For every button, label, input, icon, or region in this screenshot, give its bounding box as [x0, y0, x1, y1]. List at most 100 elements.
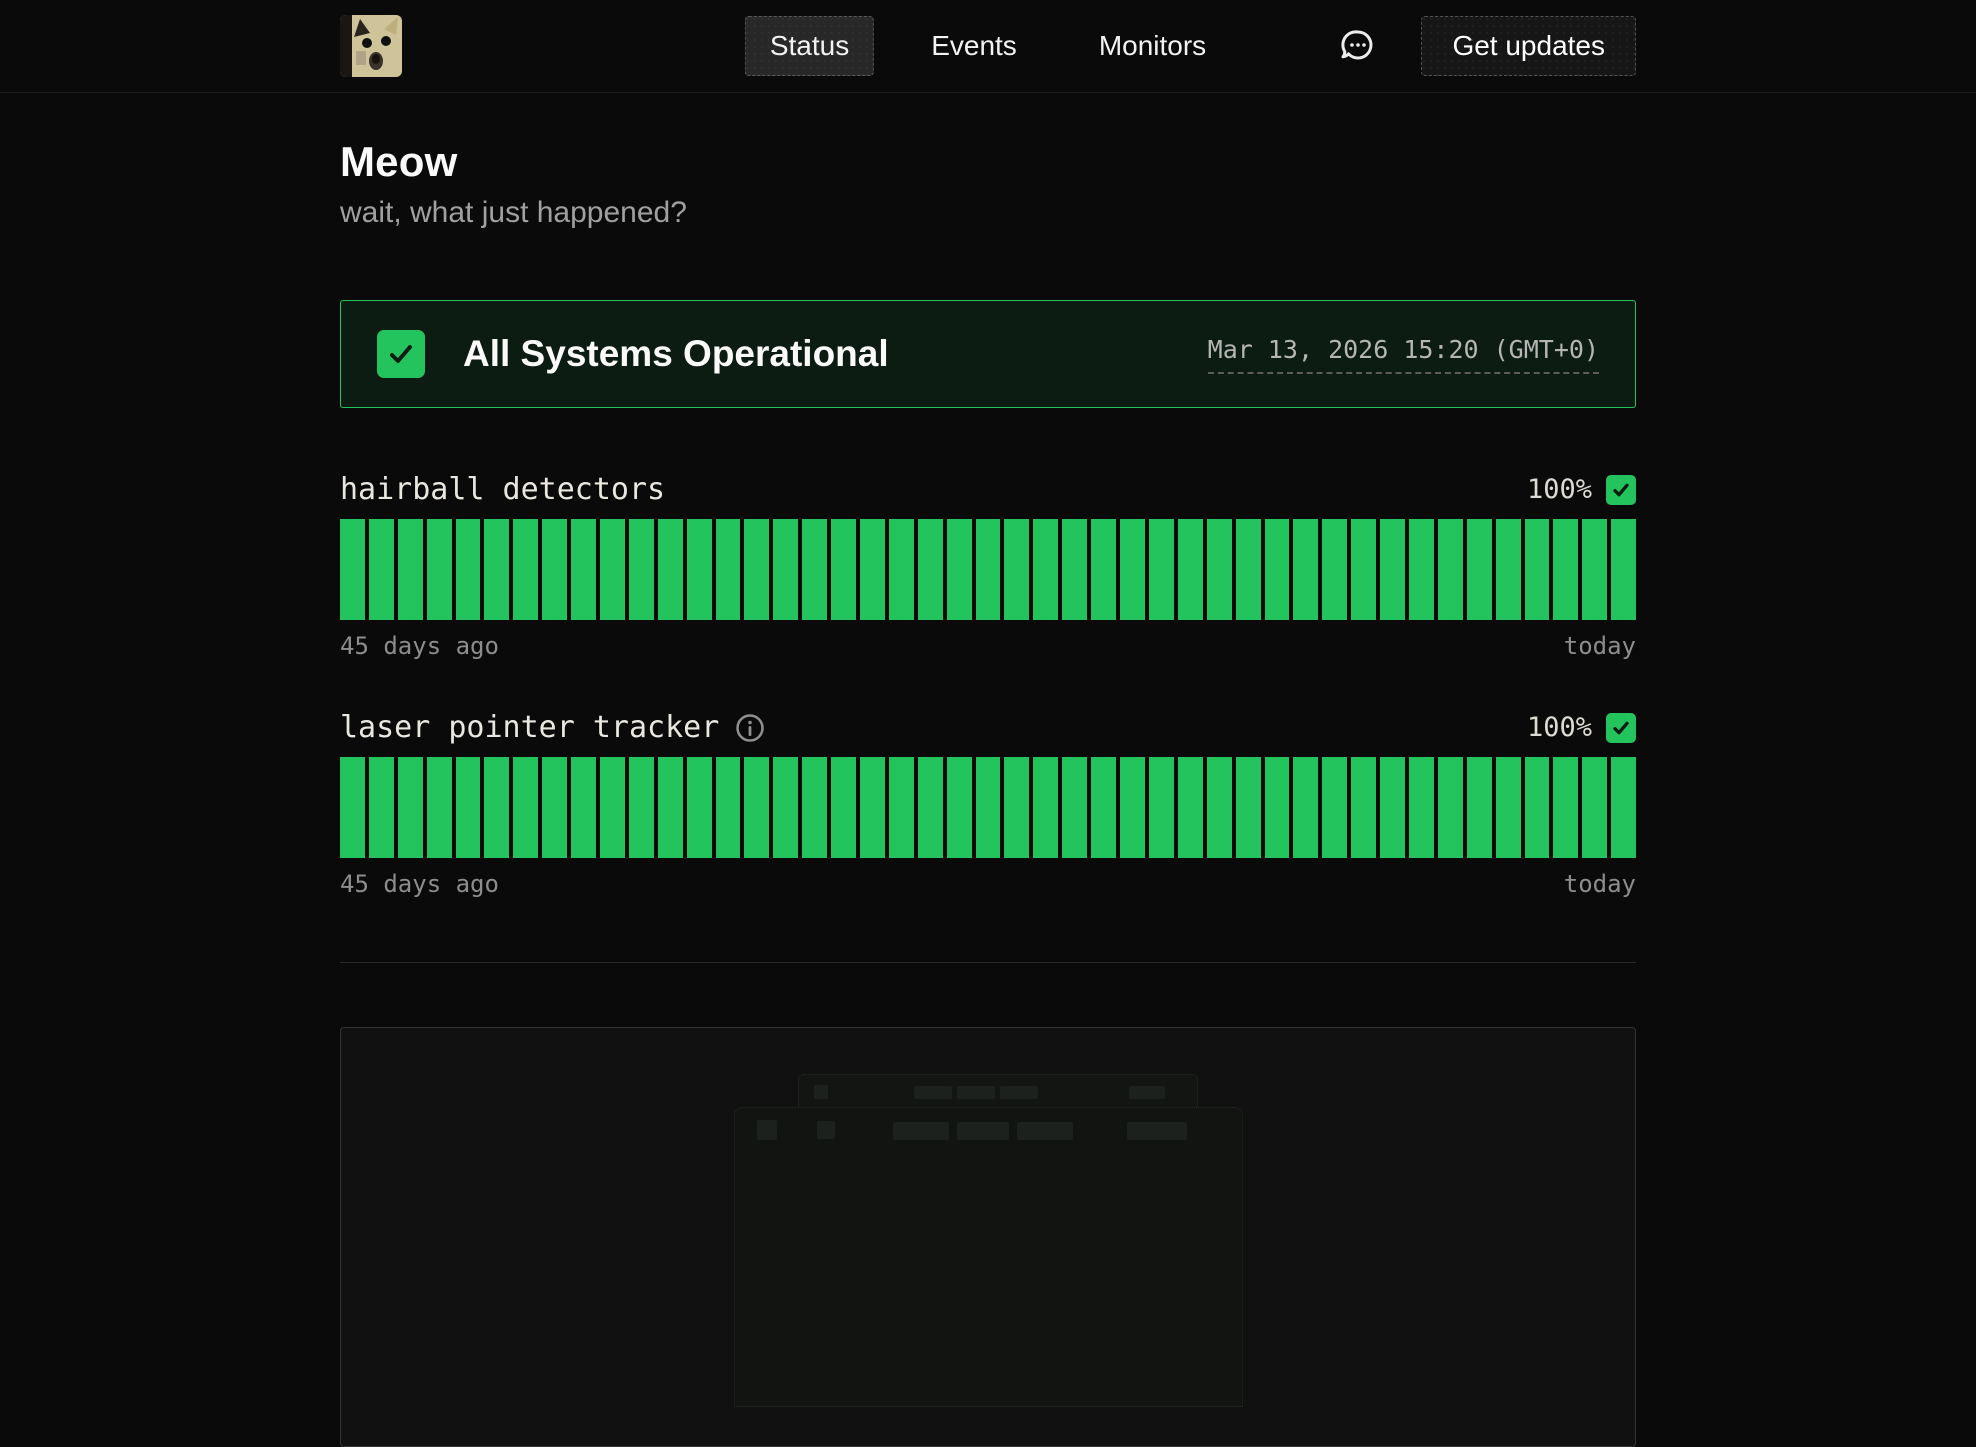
uptime-bar[interactable]: [1438, 519, 1463, 620]
uptime-bar[interactable]: [889, 757, 914, 858]
uptime-bar[interactable]: [1091, 519, 1116, 620]
uptime-bar[interactable]: [398, 519, 423, 620]
uptime-bar[interactable]: [1467, 519, 1492, 620]
uptime-bar[interactable]: [1178, 519, 1203, 620]
uptime-bar[interactable]: [1351, 757, 1376, 858]
uptime-bar[interactable]: [860, 757, 885, 858]
uptime-bar[interactable]: [831, 757, 856, 858]
uptime-bar[interactable]: [1380, 757, 1405, 858]
uptime-bar[interactable]: [1149, 519, 1174, 620]
uptime-bar[interactable]: [1120, 519, 1145, 620]
uptime-bar[interactable]: [1467, 757, 1492, 858]
uptime-bar[interactable]: [456, 757, 481, 858]
uptime-bar[interactable]: [1033, 757, 1058, 858]
uptime-bar[interactable]: [1033, 519, 1058, 620]
uptime-bar[interactable]: [1553, 757, 1578, 858]
uptime-bar[interactable]: [1062, 757, 1087, 858]
uptime-bar[interactable]: [1496, 757, 1521, 858]
uptime-bar[interactable]: [369, 757, 394, 858]
nav-tab-events[interactable]: Events: [906, 16, 1042, 76]
uptime-bar[interactable]: [1149, 757, 1174, 858]
uptime-bar[interactable]: [1351, 519, 1376, 620]
uptime-bar[interactable]: [918, 757, 943, 858]
uptime-bar[interactable]: [1062, 519, 1087, 620]
uptime-bar[interactable]: [773, 757, 798, 858]
uptime-bar[interactable]: [1322, 757, 1347, 858]
uptime-bar[interactable]: [1322, 519, 1347, 620]
uptime-bar[interactable]: [484, 757, 509, 858]
uptime-bar[interactable]: [802, 757, 827, 858]
uptime-bar[interactable]: [427, 519, 452, 620]
uptime-bar[interactable]: [1236, 519, 1261, 620]
uptime-bar[interactable]: [542, 519, 567, 620]
uptime-bar[interactable]: [947, 519, 972, 620]
uptime-bar[interactable]: [1553, 519, 1578, 620]
uptime-bar[interactable]: [1207, 757, 1232, 858]
site-logo[interactable]: [340, 15, 402, 77]
uptime-bar[interactable]: [629, 757, 654, 858]
uptime-bar[interactable]: [427, 757, 452, 858]
uptime-bar[interactable]: [889, 519, 914, 620]
uptime-bar[interactable]: [542, 757, 567, 858]
uptime-bar[interactable]: [1525, 519, 1550, 620]
uptime-bar[interactable]: [340, 757, 365, 858]
uptime-bar[interactable]: [860, 519, 885, 620]
nav-tab-status[interactable]: Status: [745, 16, 874, 76]
uptime-bar[interactable]: [1265, 757, 1290, 858]
uptime-bar[interactable]: [1004, 519, 1029, 620]
uptime-bar[interactable]: [1525, 757, 1550, 858]
uptime-bar[interactable]: [831, 519, 856, 620]
uptime-bar[interactable]: [1438, 757, 1463, 858]
uptime-bar[interactable]: [1207, 519, 1232, 620]
uptime-bar[interactable]: [571, 757, 596, 858]
uptime-bar[interactable]: [1496, 519, 1521, 620]
uptime-bar[interactable]: [976, 519, 1001, 620]
uptime-bar[interactable]: [1582, 757, 1607, 858]
uptime-bar[interactable]: [1409, 757, 1434, 858]
uptime-bar[interactable]: [658, 757, 683, 858]
uptime-bar[interactable]: [658, 519, 683, 620]
uptime-bar[interactable]: [716, 519, 741, 620]
uptime-bar[interactable]: [773, 519, 798, 620]
uptime-bar[interactable]: [1236, 757, 1261, 858]
uptime-bar[interactable]: [1409, 519, 1434, 620]
get-updates-button[interactable]: Get updates: [1421, 16, 1636, 76]
uptime-bar[interactable]: [716, 757, 741, 858]
uptime-bar[interactable]: [513, 519, 538, 620]
monitor-info-icon[interactable]: [735, 713, 765, 743]
uptime-bar[interactable]: [1293, 757, 1318, 858]
uptime-bar[interactable]: [456, 519, 481, 620]
uptime-bar[interactable]: [976, 757, 1001, 858]
uptime-bar[interactable]: [571, 519, 596, 620]
uptime-bar[interactable]: [1380, 519, 1405, 620]
nav-tab-monitors[interactable]: Monitors: [1074, 16, 1231, 76]
uptime-bar[interactable]: [484, 519, 509, 620]
uptime-bar[interactable]: [947, 757, 972, 858]
uptime-bar[interactable]: [600, 519, 625, 620]
uptime-bar[interactable]: [1178, 757, 1203, 858]
speech-bubble-icon: [1337, 25, 1379, 67]
uptime-bar[interactable]: [1091, 757, 1116, 858]
uptime-bar[interactable]: [1611, 757, 1636, 858]
uptime-bar[interactable]: [744, 519, 769, 620]
uptime-bar[interactable]: [802, 519, 827, 620]
uptime-bar[interactable]: [1293, 519, 1318, 620]
feedback-chat-button[interactable]: [1337, 25, 1379, 67]
uptime-bar[interactable]: [629, 519, 654, 620]
uptime-bar[interactable]: [744, 757, 769, 858]
uptime-bar[interactable]: [1582, 519, 1607, 620]
uptime-bar[interactable]: [1265, 519, 1290, 620]
uptime-bar[interactable]: [1120, 757, 1145, 858]
status-timestamp[interactable]: Mar 13, 2026 15:20 (GMT+0): [1208, 335, 1599, 374]
uptime-bar[interactable]: [918, 519, 943, 620]
uptime-bar[interactable]: [687, 757, 712, 858]
uptime-bar[interactable]: [513, 757, 538, 858]
uptime-percentage: 100%: [1527, 474, 1592, 505]
uptime-bar[interactable]: [398, 757, 423, 858]
uptime-bar[interactable]: [687, 519, 712, 620]
uptime-bar[interactable]: [1004, 757, 1029, 858]
uptime-bar[interactable]: [600, 757, 625, 858]
uptime-bar[interactable]: [340, 519, 365, 620]
uptime-bar[interactable]: [1611, 519, 1636, 620]
uptime-bar[interactable]: [369, 519, 394, 620]
